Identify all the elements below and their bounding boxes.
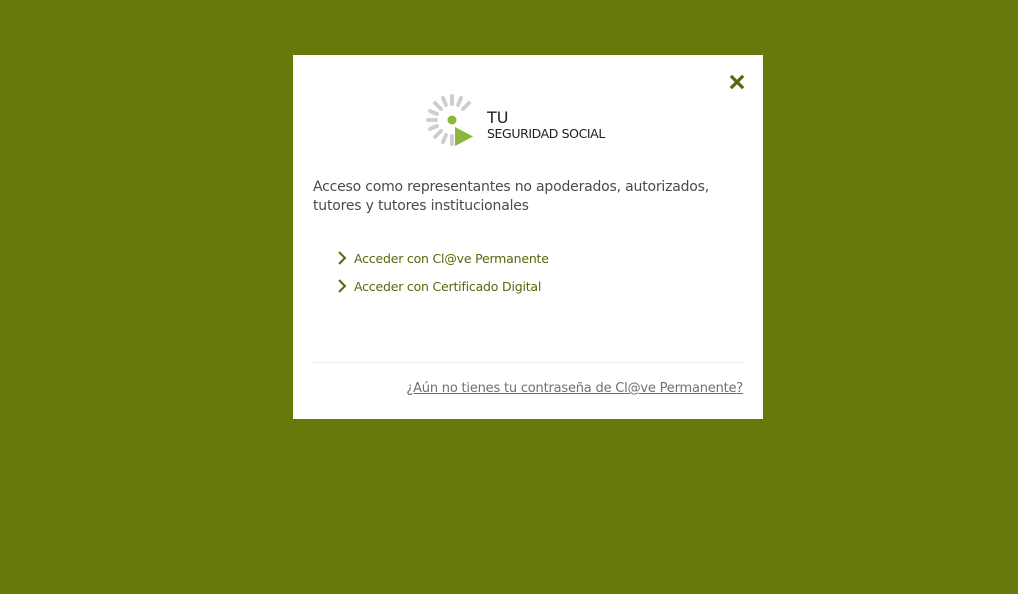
logo-line-tu: TU (487, 108, 509, 127)
modal-heading: Acceso como representantes no apoderados… (313, 179, 710, 214)
option-label: Acceder con Certificado Digital (354, 278, 542, 294)
logo-line-seguridad-social: SEGURIDAD SOCIAL (487, 126, 605, 141)
login-modal: TU SEGURIDAD SOCIAL Acceso como represen… (293, 55, 763, 419)
tu-seguridad-social-logo-icon (426, 94, 473, 146)
chevron-right-icon (338, 251, 347, 265)
chevron-right-icon (338, 279, 347, 293)
divider (313, 362, 743, 363)
option-clave-permanente[interactable]: Acceder con Cl@ve Permanente (336, 248, 549, 268)
option-label: Acceder con Cl@ve Permanente (354, 250, 549, 266)
option-certificado-digital[interactable]: Acceder con Certificado Digital (336, 276, 549, 296)
tu-seguridad-social-logo: TU SEGURIDAD SOCIAL (426, 94, 626, 150)
access-options-list: Acceder con Cl@ve Permanente Acceder con… (336, 248, 549, 304)
no-password-link[interactable]: ¿Aún no tienes tu contraseña de Cl@ve Pe… (406, 381, 743, 396)
close-x-icon[interactable] (729, 74, 745, 90)
